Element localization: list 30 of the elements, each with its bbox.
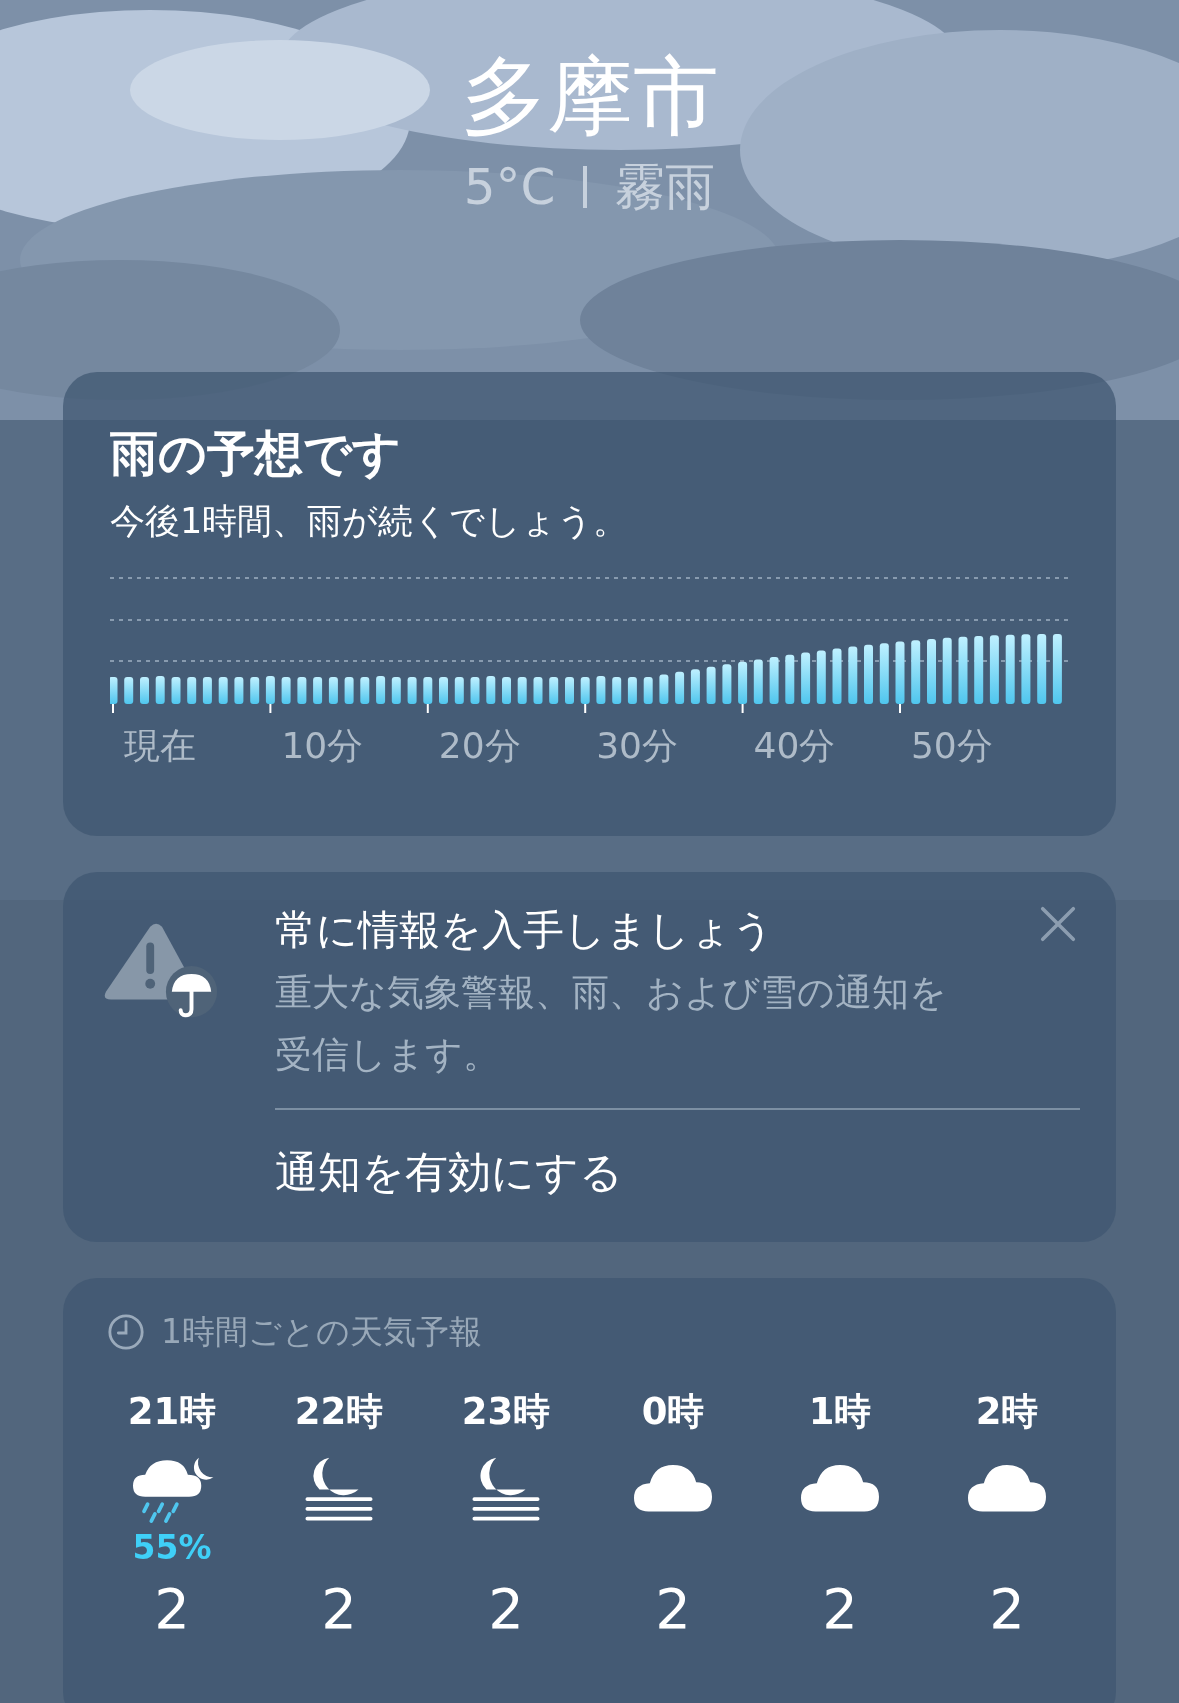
card-title: 雨の予想です: [110, 424, 402, 483]
prompt-description: 重大な気象警報、雨、および雪の通知を受信します。: [275, 970, 948, 1078]
axis-label: 30分: [596, 725, 678, 766]
hour-label: 22時: [294, 1389, 384, 1435]
precipitation-chance: 55%: [132, 1527, 212, 1569]
axis-label: 40分: [753, 725, 836, 766]
hour-label: 23時: [461, 1389, 551, 1435]
hour-temperature: 2: [822, 1575, 858, 1643]
axis-label: 10分: [281, 725, 364, 766]
close-icon[interactable]: [1040, 906, 1076, 942]
hour-temperature: 2: [989, 1575, 1025, 1643]
city-name: 多摩市: [460, 45, 719, 148]
hour-temperature: 2: [488, 1575, 524, 1643]
hour-label: 21時: [127, 1389, 217, 1435]
forecast-summary: 今後1時間、雨が続くでしょう。: [110, 500, 630, 543]
hour-temperature: 2: [154, 1575, 190, 1643]
current-temperature: 5°C: [463, 157, 556, 218]
weather-condition: 霧雨: [615, 157, 716, 218]
axis-label: 20分: [438, 725, 521, 766]
hour-temperature: 2: [321, 1575, 357, 1643]
axis-label: 現在: [124, 725, 196, 766]
hour-label: 2時: [975, 1389, 1039, 1435]
axis-label: 50分: [910, 725, 993, 766]
hour-label: 0時: [641, 1389, 705, 1435]
enable-notifications-link[interactable]: 通知を有効にする: [275, 1141, 623, 1202]
clock-icon: [107, 1313, 145, 1351]
hour-temperature: 2: [655, 1575, 691, 1643]
section-header: 1時間ごとの天気予報: [161, 1311, 482, 1353]
prompt-title: 常に情報を入手しましょう: [275, 905, 774, 956]
hour-label: 1時: [808, 1389, 872, 1435]
